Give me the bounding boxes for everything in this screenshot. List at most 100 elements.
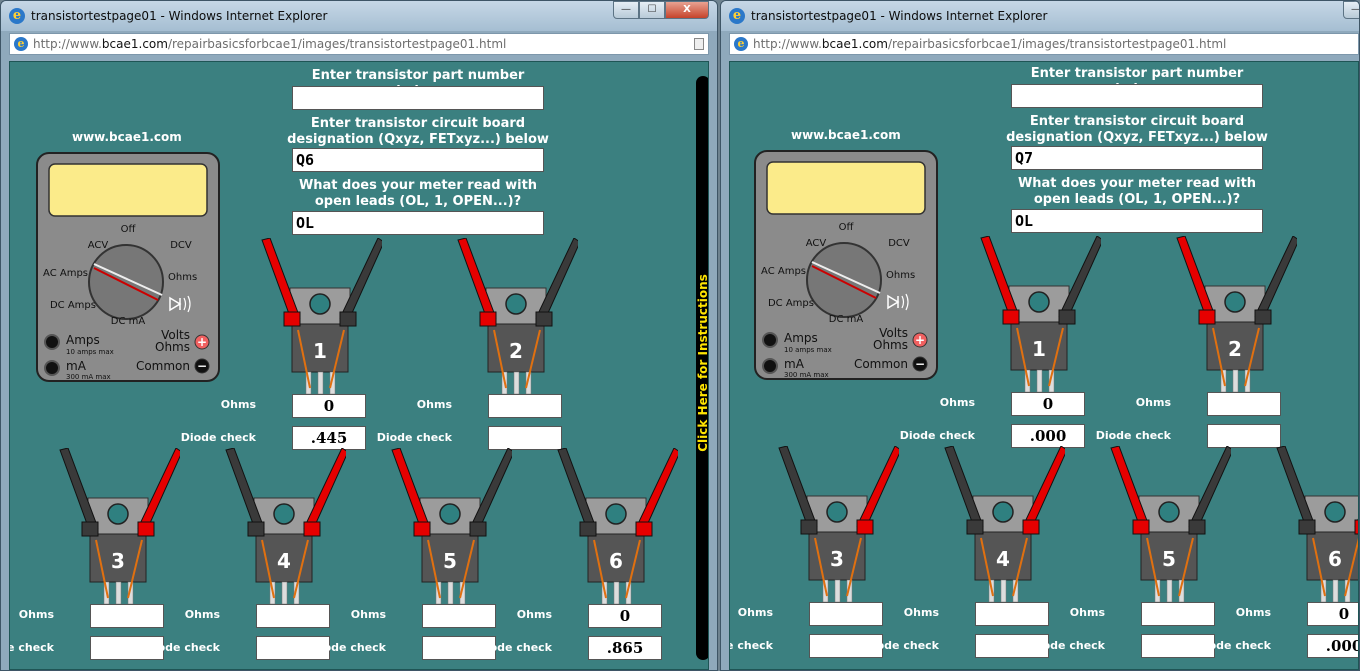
part-number-input[interactable] xyxy=(292,86,544,110)
open-leads-input[interactable]: OL xyxy=(1011,209,1263,233)
close-button[interactable]: X xyxy=(665,1,709,19)
transistor-graphic: 6 xyxy=(1276,445,1358,603)
multimeter: Off ACV DCV AC Amps Ohms DC Amps DC mA Amps 10 a… xyxy=(36,152,220,382)
right-probe-grip xyxy=(469,521,487,537)
dial-label: AC Amps xyxy=(43,268,88,279)
ohms-reading-input[interactable]: 0 xyxy=(588,604,662,628)
left-probe-grip xyxy=(283,311,301,327)
url-prefix: http://www. xyxy=(753,37,822,51)
part-number-input[interactable] xyxy=(1011,84,1263,108)
right-probe xyxy=(1188,445,1234,531)
designation-input[interactable]: Q7 xyxy=(1011,146,1263,170)
transistor-2: 2 xyxy=(1173,235,1300,396)
ohms-label: Ohms xyxy=(1069,606,1105,619)
minimize-button[interactable]: — xyxy=(1343,1,1359,19)
amps-jack xyxy=(762,332,778,348)
ohms-label: Ohms xyxy=(1135,396,1171,409)
left-probe-grip xyxy=(1298,519,1316,535)
selector-dial xyxy=(806,242,882,318)
right-probe-grip xyxy=(856,519,874,535)
mounting-hole xyxy=(1028,291,1050,313)
left-probe-grip xyxy=(579,521,597,537)
ohms-label: Ohms xyxy=(184,608,220,621)
diode-check-input[interactable] xyxy=(488,426,562,450)
transistor-4: 4 xyxy=(222,447,349,608)
left-probe-grip xyxy=(247,521,265,537)
ohms-label: Ohms xyxy=(350,608,386,621)
mounting-hole xyxy=(1158,501,1180,523)
left-probe-grip xyxy=(966,519,984,535)
ma-jack-label: mA xyxy=(66,359,87,373)
left-probe xyxy=(1110,445,1150,531)
right-probe-grip xyxy=(137,521,155,537)
open-leads-label: What does your meter read with open leads… xyxy=(991,176,1283,208)
maximize-button[interactable]: ☐ xyxy=(639,1,665,19)
instructions-sidebar[interactable]: Click Here for Instructions xyxy=(696,76,708,660)
browser-window-right: e transistortestpage01 - Windows Interne… xyxy=(720,0,1360,671)
transistor-leg xyxy=(1332,579,1339,603)
amps-jack-sublabel: 10 amps max xyxy=(784,346,832,354)
designation-input[interactable]: Q6 xyxy=(292,148,544,172)
right-probe-grip xyxy=(1188,519,1206,535)
left-probe xyxy=(1176,235,1216,321)
diode-check-label: Diode check xyxy=(730,639,773,652)
diode-check-label: Diode check xyxy=(144,641,220,654)
diode-check-input[interactable]: .865 xyxy=(588,636,662,660)
diode-check-label: Diode check xyxy=(863,639,939,652)
instructions-link[interactable]: Click Here for Instructions xyxy=(696,274,708,452)
transistor-graphic: 3 xyxy=(778,445,902,603)
page-icon: e xyxy=(14,37,28,51)
mounting-hole xyxy=(505,293,527,315)
address-bar[interactable]: e http://www. bcae1.com/repairbasicsforbc… xyxy=(729,33,1359,55)
mounting-hole xyxy=(273,503,295,525)
transistor-graphic: 4 xyxy=(944,445,1068,603)
multimeter-graphic: Off ACV DCV AC Amps Ohms DC Amps DC mA Amps10 a… xyxy=(36,152,220,382)
left-probe xyxy=(944,445,984,531)
ohms-reading-input[interactable] xyxy=(488,394,562,418)
transistor-1: 1 xyxy=(258,237,385,398)
diode-check-label: Diode check xyxy=(376,431,452,444)
transistor-5: 5 xyxy=(388,447,515,608)
minimize-button[interactable]: — xyxy=(613,1,639,19)
left-probe-grip xyxy=(1002,309,1020,325)
amps-jack xyxy=(44,334,60,350)
mounting-hole xyxy=(107,503,129,525)
left-probe-grip xyxy=(1198,309,1216,325)
transistor-4: 4 xyxy=(941,445,1068,606)
designation-label-line2: designation (Qxyz, FETxyz...) below xyxy=(1006,130,1268,145)
transistor-leg xyxy=(834,579,841,603)
designation-label: Enter transistor circuit board designatio… xyxy=(991,114,1283,146)
transistor-number: 3 xyxy=(111,549,125,573)
right-probe-grip xyxy=(1022,519,1040,535)
diode-check-input[interactable]: .000 xyxy=(1307,634,1358,658)
ohms-reading-input[interactable]: 0 xyxy=(1307,602,1358,626)
mounting-hole xyxy=(605,503,627,525)
dial-label: DCV xyxy=(888,238,910,249)
diode-check-input[interactable] xyxy=(1207,424,1281,448)
title-bar[interactable]: e transistortestpage01 - Windows Interne… xyxy=(721,1,1359,31)
open-leads-input[interactable]: OL xyxy=(292,211,544,235)
designation-label-line1: Enter transistor circuit board xyxy=(310,116,526,131)
common-label: Common xyxy=(136,359,190,373)
dial-label: DC Amps xyxy=(50,300,96,311)
transistor-number: 5 xyxy=(1162,547,1176,571)
right-probe-grip xyxy=(339,311,357,327)
compatibility-view-icon[interactable] xyxy=(694,38,704,50)
right-probe xyxy=(535,237,581,323)
window-title: transistortestpage01 - Windows Internet … xyxy=(751,9,1048,23)
transistor-leg xyxy=(317,371,324,395)
browser-window-left: e transistortestpage01 - Windows Interne… xyxy=(0,0,718,671)
left-probe xyxy=(778,445,818,531)
transistor-graphic: 5 xyxy=(1110,445,1234,603)
address-bar[interactable]: e http://www. bcae1.com/repairbasicsforbc… xyxy=(9,33,709,55)
open-leads-label-line2: open leads (OL, 1, OPEN...)? xyxy=(1033,192,1241,207)
ohms-reading-input[interactable] xyxy=(1207,392,1281,416)
right-probe xyxy=(137,447,183,533)
ma-jack-sublabel: 300 mA max xyxy=(784,371,829,379)
plus-icon: + xyxy=(915,333,925,347)
minus-icon: − xyxy=(915,357,925,371)
transistor-number: 6 xyxy=(609,549,623,573)
transistor-graphic: 5 xyxy=(391,447,515,605)
title-bar[interactable]: e transistortestpage01 - Windows Interne… xyxy=(1,1,717,31)
mounting-hole xyxy=(826,501,848,523)
